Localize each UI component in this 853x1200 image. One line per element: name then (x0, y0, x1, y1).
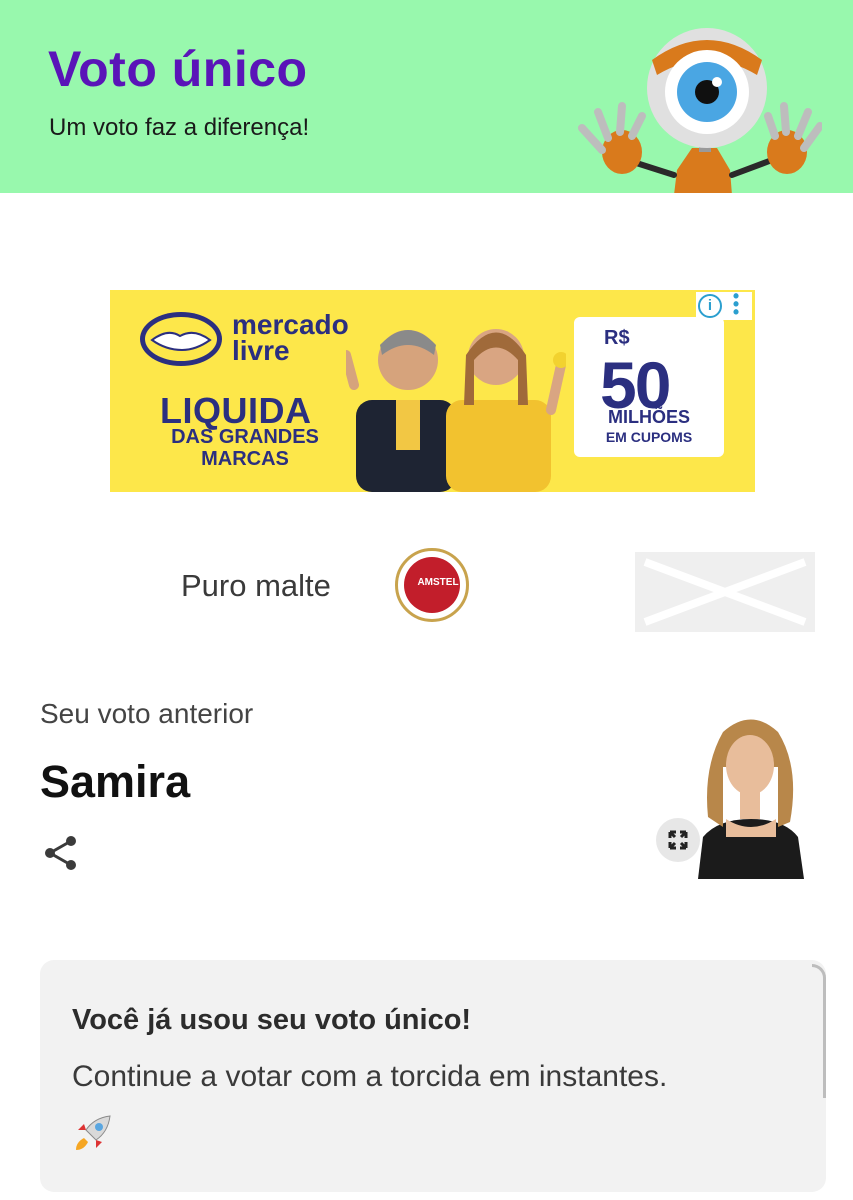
amstel-logo: AMSTEL (395, 548, 469, 622)
mercado-livre-ad[interactable]: mercado livre LIQUIDA DAS GRANDES MARCAS… (110, 290, 755, 492)
coupon-box: R$ 50 MILHÕES EM CUPOMS (574, 317, 724, 457)
faded-sponsor-image (635, 552, 815, 632)
ad-subheadline: DAS GRANDES MARCAS (171, 426, 319, 470)
more-options-icon[interactable]: • • • (732, 290, 740, 321)
mascot-eye-icon (578, 28, 822, 193)
notice-title: Você já usou seu voto único! (72, 1004, 472, 1036)
share-icon[interactable] (42, 834, 80, 872)
ad-people-image (346, 329, 566, 492)
coupon-caption: EM CUPOMS (605, 429, 693, 445)
amstel-logo-text: AMSTEL (417, 577, 459, 588)
notice-body: Continue a votar com a torcida em instan… (72, 1060, 668, 1093)
page-subtitle: Um voto faz a diferença! (49, 114, 310, 141)
rocket-icon (76, 1115, 111, 1150)
sponsor-tagline: Puro malte (181, 568, 331, 603)
vote-used-notice: Você já usou seu voto único! Continue a … (40, 960, 826, 1192)
page-header: Voto único Um voto faz a diferença! (0, 0, 853, 193)
expand-photo-button[interactable] (656, 818, 700, 862)
previous-vote-label: Seu voto anterior (40, 698, 254, 729)
previous-vote-name: Samira (40, 756, 191, 807)
amstel-logo-badge: AMSTEL (404, 557, 460, 613)
page-title: Voto único (48, 41, 308, 97)
expand-icon (668, 830, 688, 850)
ad-choices[interactable]: i • • • (696, 290, 752, 321)
notice-scrollbar[interactable] (812, 964, 826, 1098)
info-icon[interactable]: i (698, 294, 722, 318)
coupon-unit: MILHÕES (607, 407, 690, 427)
handshake-logo-icon (140, 312, 222, 366)
